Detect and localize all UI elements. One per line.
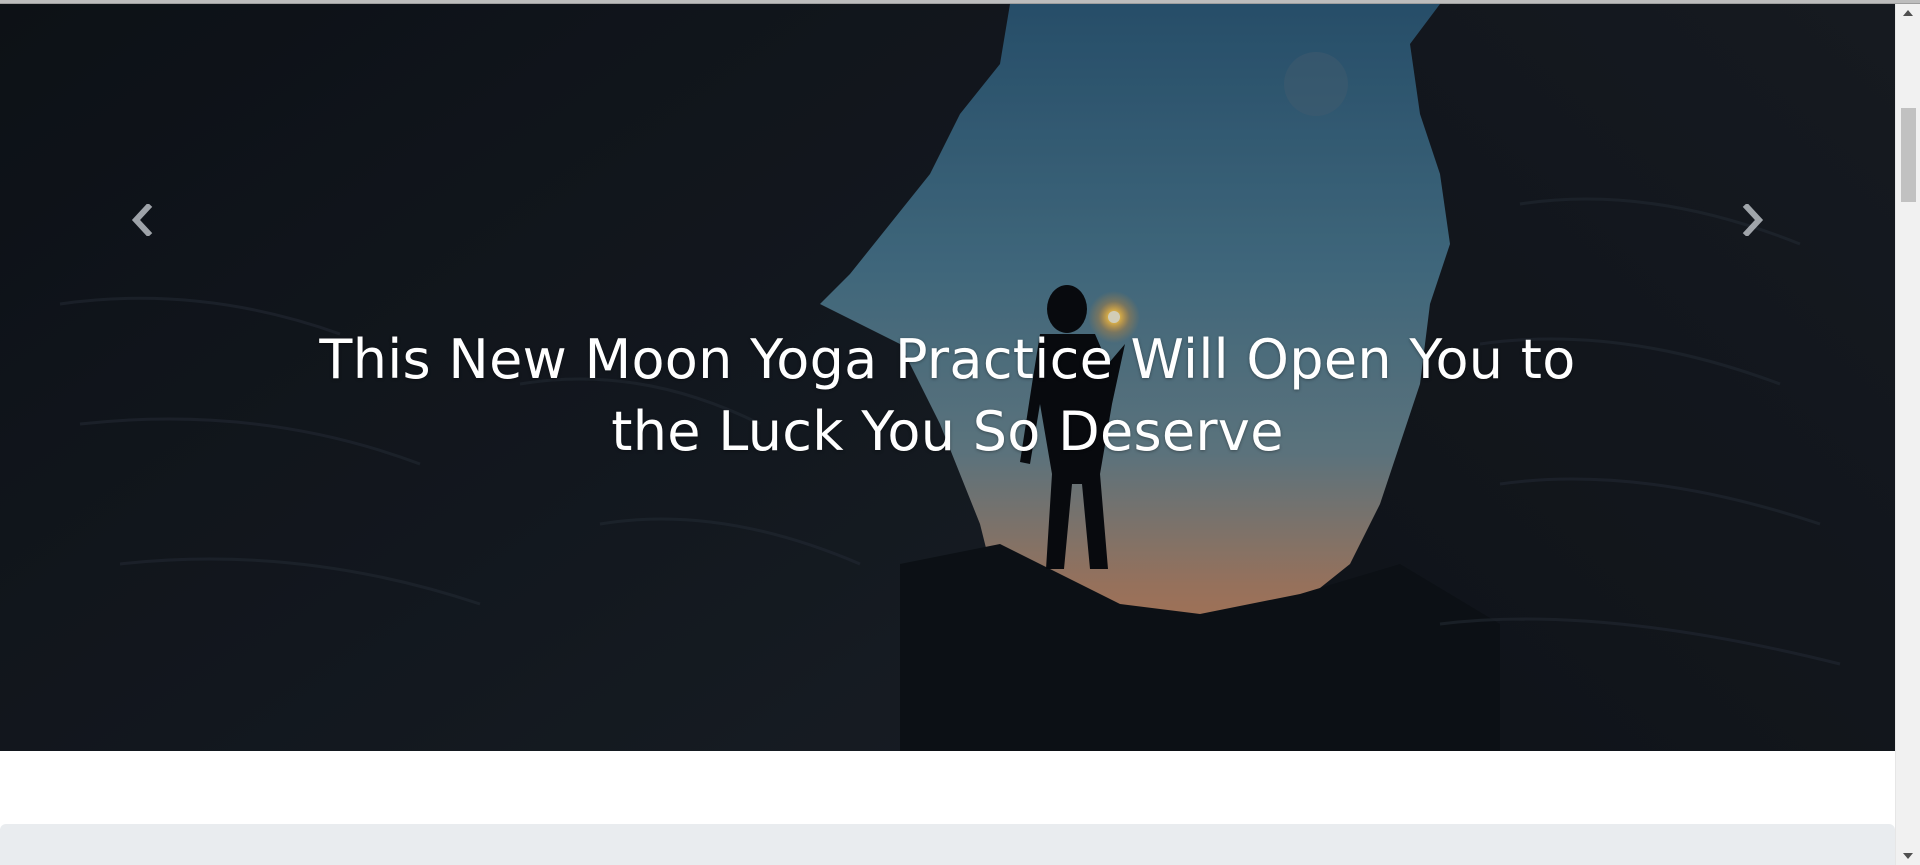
scroll-down-arrow-icon[interactable] [1896,847,1920,865]
scroll-up-arrow-icon[interactable] [1896,4,1920,22]
vertical-scrollbar[interactable] [1895,4,1920,865]
hero-headline: This New Moon Yoga Practice Will Open Yo… [250,324,1645,468]
chevron-left-icon [131,204,153,236]
page-content: This New Moon Yoga Practice Will Open Yo… [0,4,1895,865]
chevron-right-icon [1742,204,1764,236]
jumbotron-panel [0,824,1895,865]
hero-headline-line-2: the Luck You So Deserve [611,400,1284,463]
hero-headline-line-1: This New Moon Yoga Practice Will Open Yo… [319,328,1576,391]
section-spacer [0,751,1895,829]
carousel-next-button[interactable] [1733,200,1773,240]
page: This New Moon Yoga Practice Will Open Yo… [0,0,1920,865]
hero-carousel: This New Moon Yoga Practice Will Open Yo… [0,4,1895,751]
carousel-prev-button[interactable] [122,200,162,240]
scrollbar-thumb[interactable] [1901,108,1916,202]
